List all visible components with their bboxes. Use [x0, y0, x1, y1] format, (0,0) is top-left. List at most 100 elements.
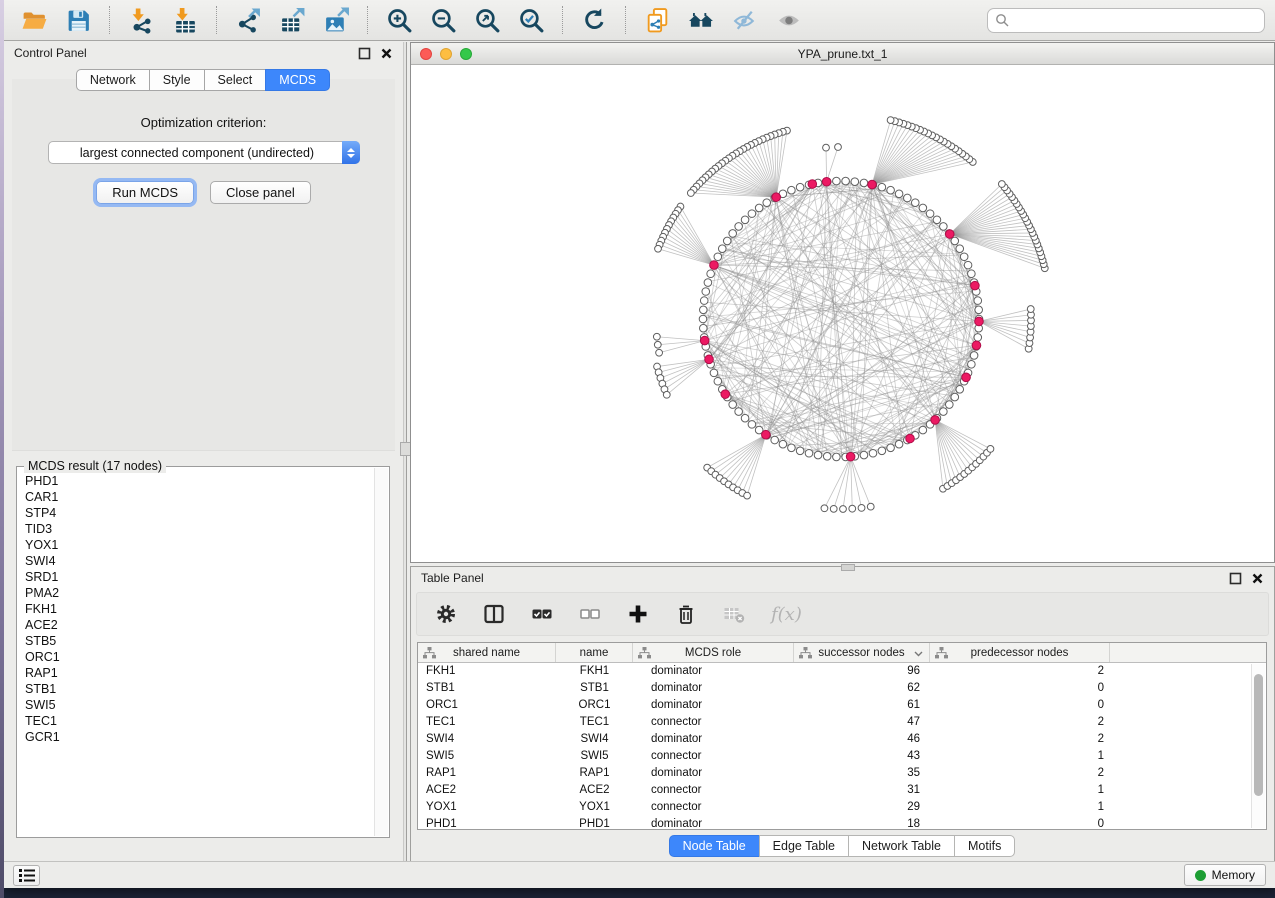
network-node[interactable]: [968, 360, 976, 368]
satellite-node[interactable]: [687, 190, 694, 197]
satellite-node[interactable]: [998, 181, 1005, 188]
network-node[interactable]: [788, 444, 796, 452]
export-table-button[interactable]: [272, 3, 312, 37]
mcds-result-list[interactable]: PHD1CAR1STP4TID3YOX1SWI4SRD1PMA2FKH1ACE2…: [17, 473, 374, 835]
satellite-node[interactable]: [840, 506, 847, 513]
result-list-item[interactable]: STB1: [25, 681, 374, 697]
add-column-button[interactable]: [627, 603, 649, 625]
result-list-item[interactable]: CAR1: [25, 489, 374, 505]
result-list-item[interactable]: PMA2: [25, 585, 374, 601]
result-list-item[interactable]: TEC1: [25, 713, 374, 729]
network-node[interactable]: [887, 444, 895, 452]
network-node[interactable]: [748, 210, 756, 218]
satellite-node[interactable]: [1027, 306, 1034, 313]
network-node[interactable]: [805, 449, 813, 457]
dominator-node[interactable]: [822, 177, 831, 186]
dominator-node[interactable]: [808, 180, 817, 189]
dominator-node[interactable]: [931, 416, 940, 425]
network-node[interactable]: [814, 451, 822, 459]
table-row[interactable]: STB1STB1dominator620: [418, 680, 1266, 697]
dominator-node[interactable]: [710, 261, 719, 270]
network-node[interactable]: [869, 449, 877, 457]
dominator-node[interactable]: [721, 390, 730, 399]
network-node[interactable]: [911, 199, 919, 207]
scrollbar-thumb[interactable]: [1254, 674, 1263, 796]
network-node[interactable]: [796, 447, 804, 455]
network-node[interactable]: [860, 179, 868, 187]
result-list-item[interactable]: PHD1: [25, 473, 374, 489]
dominator-node[interactable]: [906, 434, 915, 443]
satellite-node[interactable]: [987, 445, 994, 452]
search-input[interactable]: [1015, 13, 1257, 27]
network-node[interactable]: [951, 393, 959, 401]
satellite-node[interactable]: [823, 144, 830, 151]
result-list-item[interactable]: STP4: [25, 505, 374, 521]
network-node[interactable]: [951, 237, 959, 245]
dominator-node[interactable]: [975, 317, 984, 326]
satellite-node[interactable]: [867, 503, 874, 510]
close-panel-icon[interactable]: [1251, 572, 1264, 585]
table-row[interactable]: FKH1FKH1dominator962: [418, 663, 1266, 680]
column-header-shared-name[interactable]: shared name: [418, 643, 556, 662]
network-node[interactable]: [763, 199, 771, 207]
network-node[interactable]: [702, 288, 710, 296]
column-header-mcds-role[interactable]: MCDS role: [633, 643, 794, 662]
network-node[interactable]: [741, 216, 749, 224]
column-header-successor-nodes[interactable]: successor nodes: [794, 643, 930, 662]
dominator-node[interactable]: [945, 230, 954, 239]
satellite-node[interactable]: [835, 144, 842, 151]
network-node[interactable]: [704, 279, 712, 287]
network-node[interactable]: [748, 421, 756, 429]
export-image-button[interactable]: [316, 3, 356, 37]
network-node[interactable]: [964, 261, 972, 269]
satellite-node[interactable]: [849, 505, 856, 512]
network-node[interactable]: [970, 352, 978, 360]
network-node[interactable]: [851, 178, 859, 186]
network-node[interactable]: [771, 436, 779, 444]
close-panel-button[interactable]: Close panel: [210, 181, 311, 204]
tab-edge-table[interactable]: Edge Table: [759, 835, 849, 857]
result-list-item[interactable]: SRD1: [25, 569, 374, 585]
table-row[interactable]: PHD1PHD1dominator180: [418, 816, 1266, 833]
tab-network[interactable]: Network: [76, 69, 150, 91]
network-node[interactable]: [700, 324, 708, 332]
table-row[interactable]: ORC1ORC1dominator610: [418, 697, 1266, 714]
float-panel-icon[interactable]: [358, 47, 371, 60]
network-node[interactable]: [823, 453, 831, 461]
network-node[interactable]: [974, 297, 982, 305]
apply-layout-button[interactable]: [574, 3, 614, 37]
table-row[interactable]: TEC1TEC1connector472: [418, 714, 1266, 731]
dominator-node[interactable]: [972, 341, 981, 350]
tab-mcds[interactable]: MCDS: [265, 69, 330, 91]
network-node[interactable]: [788, 186, 796, 194]
result-list-item[interactable]: STB5: [25, 633, 374, 649]
network-node[interactable]: [878, 183, 886, 191]
network-node[interactable]: [919, 426, 927, 434]
network-node[interactable]: [926, 210, 934, 218]
network-node[interactable]: [729, 401, 737, 409]
delete-table-button[interactable]: [723, 603, 745, 625]
satellite-node[interactable]: [655, 245, 662, 252]
network-node[interactable]: [714, 253, 722, 261]
result-list-item[interactable]: GCR1: [25, 729, 374, 745]
network-node[interactable]: [833, 453, 841, 461]
table-row[interactable]: ACE2ACE2connector311: [418, 782, 1266, 799]
dominator-node[interactable]: [868, 180, 877, 189]
import-network-button[interactable]: [121, 3, 161, 37]
run-mcds-button[interactable]: Run MCDS: [96, 181, 194, 204]
table-row[interactable]: YOX1YOX1connector291: [418, 799, 1266, 816]
network-canvas[interactable]: [411, 65, 1275, 562]
open-network-button[interactable]: [14, 3, 54, 37]
table-row[interactable]: SWI4SWI4dominator462: [418, 731, 1266, 748]
network-node[interactable]: [946, 401, 954, 409]
result-list-item[interactable]: TID3: [25, 521, 374, 537]
dominator-node[interactable]: [772, 193, 781, 202]
network-node[interactable]: [707, 270, 715, 278]
network-node[interactable]: [700, 297, 708, 305]
column-header-name[interactable]: name: [556, 643, 633, 662]
tab-node-table[interactable]: Node Table: [669, 835, 760, 857]
network-node[interactable]: [956, 245, 964, 253]
network-node[interactable]: [700, 306, 708, 314]
zoom-selected-button[interactable]: [511, 3, 551, 37]
dominator-node[interactable]: [846, 452, 855, 461]
